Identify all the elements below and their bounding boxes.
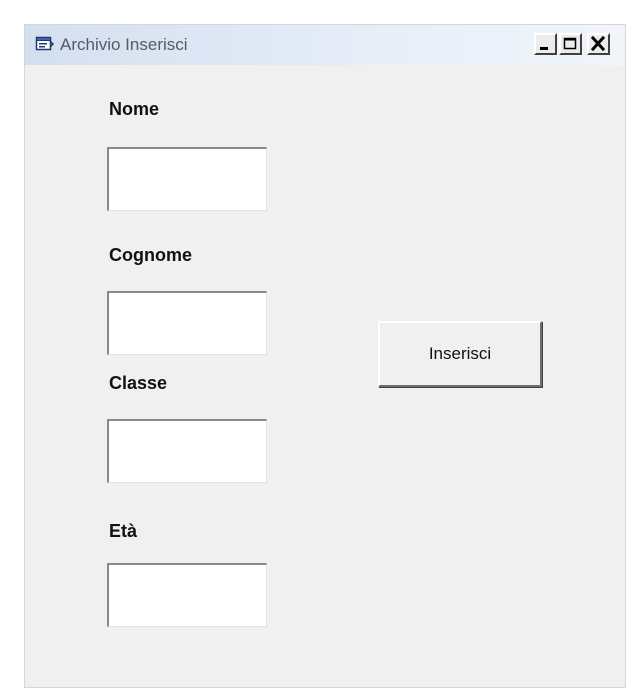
maximize-icon — [563, 37, 577, 50]
app-window: Archivio Inserisci Nome Cognome Classe E… — [24, 24, 626, 688]
eta-label: Età — [109, 521, 138, 541]
window-title: Archivio Inserisci — [60, 35, 188, 54]
nome-label: Nome — [109, 99, 160, 119]
minimize-button[interactable] — [534, 33, 557, 55]
form-icon — [35, 35, 55, 53]
title-bar[interactable]: Archivio Inserisci — [25, 25, 625, 65]
eta-input[interactable] — [107, 563, 267, 627]
close-button[interactable] — [587, 33, 610, 55]
classe-input[interactable] — [107, 419, 267, 483]
cognome-input[interactable] — [107, 291, 267, 355]
inserisci-button[interactable]: Inserisci — [378, 321, 542, 387]
close-icon — [590, 35, 606, 52]
nome-input[interactable] — [107, 147, 267, 211]
minimize-icon — [540, 47, 548, 50]
cognome-label: Cognome — [109, 245, 192, 265]
maximize-button[interactable] — [559, 33, 582, 55]
classe-label: Classe — [109, 373, 168, 393]
